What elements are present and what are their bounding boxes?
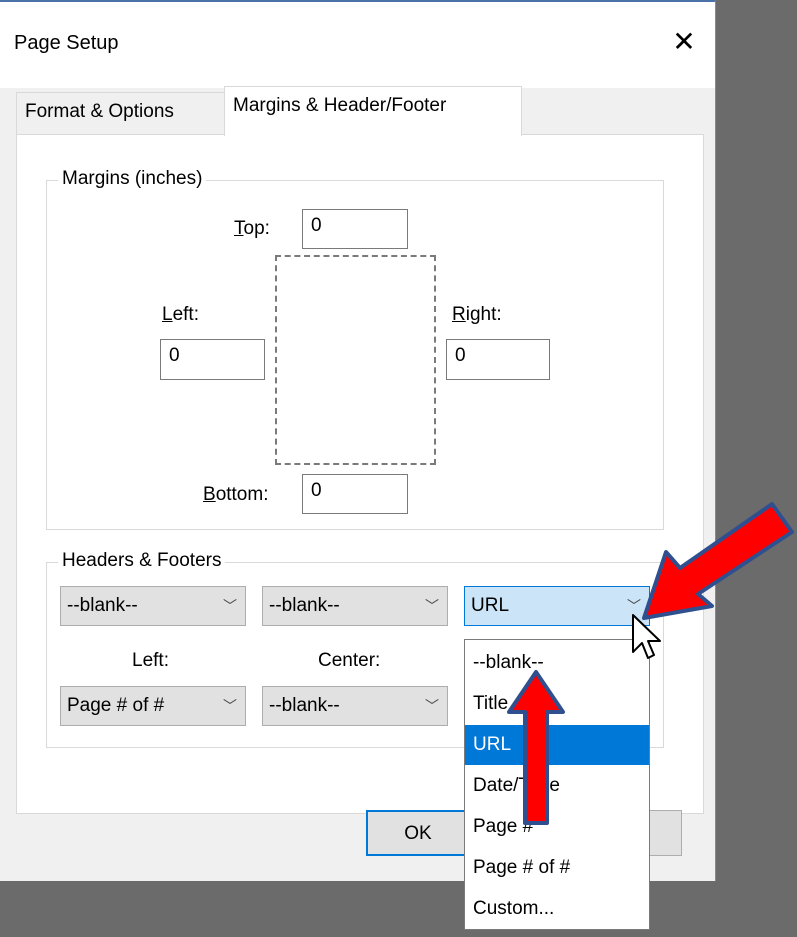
title-bar: Page Setup ✕: [0, 2, 715, 88]
center-position-label: Center:: [318, 650, 381, 671]
top-label-rest: op:: [243, 218, 270, 239]
header-center-value: --blank--: [269, 595, 340, 616]
headers-footers-group-label: Headers & Footers: [58, 550, 226, 572]
chevron-down-icon: ﹀: [223, 598, 237, 614]
footer-center-select[interactable]: --blank-- ﹀: [262, 686, 448, 726]
close-button[interactable]: ✕: [662, 22, 706, 66]
top-margin-input[interactable]: 0: [302, 209, 408, 249]
chevron-down-icon: ﹀: [425, 698, 439, 714]
tab-format-options[interactable]: Format & Options: [16, 92, 224, 134]
bottom-label: Bottom:: [203, 484, 269, 505]
page-preview: [275, 255, 436, 465]
footer-center-value: --blank--: [269, 695, 340, 716]
footer-left-value: Page # of #: [67, 695, 165, 716]
header-left-select[interactable]: --blank-- ﹀: [60, 586, 246, 626]
tab-margins-header-footer[interactable]: Margins & Header/Footer: [224, 86, 522, 136]
left-label-rest: eft:: [172, 304, 199, 325]
dropdown-option-custom[interactable]: Custom...: [465, 889, 649, 929]
left-margin-input[interactable]: 0: [160, 339, 265, 380]
close-icon: ✕: [672, 26, 696, 57]
footer-left-select[interactable]: Page # of # ﹀: [60, 686, 246, 726]
right-margin-input[interactable]: 0: [446, 339, 550, 380]
header-left-value: --blank--: [67, 595, 138, 616]
red-arrow-icon: [507, 670, 565, 825]
window-title: Page Setup: [14, 32, 119, 54]
header-center-select[interactable]: --blank-- ﹀: [262, 586, 448, 626]
ok-button[interactable]: OK: [366, 810, 470, 856]
mouse-cursor-icon: [632, 614, 661, 659]
header-right-value: URL: [471, 595, 510, 616]
left-position-label: Left:: [132, 650, 169, 671]
right-label: Right:: [452, 304, 502, 325]
right-label-rest: ight:: [465, 304, 502, 325]
margins-group-label: Margins (inches): [58, 168, 207, 190]
left-label: Left:: [162, 304, 199, 325]
red-arrow-icon: [642, 502, 794, 620]
bottom-label-rest: ottom:: [215, 484, 269, 505]
dropdown-option-page-of[interactable]: Page # of #: [465, 848, 649, 888]
chevron-down-icon: ﹀: [223, 698, 237, 714]
chevron-down-icon: ﹀: [425, 598, 439, 614]
top-label: Top:: [234, 218, 270, 239]
header-right-select[interactable]: URL ﹀: [464, 586, 650, 626]
bottom-margin-input[interactable]: 0: [302, 474, 408, 514]
